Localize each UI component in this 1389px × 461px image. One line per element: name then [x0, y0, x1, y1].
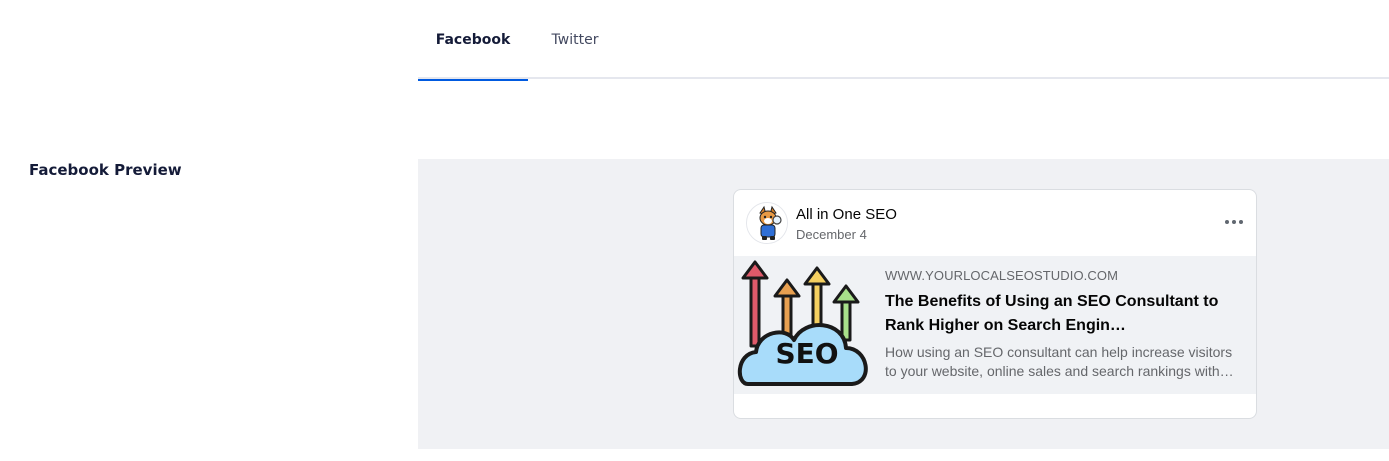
more-options-button[interactable] — [1222, 210, 1246, 234]
facebook-preview-label: Facebook Preview — [29, 161, 182, 179]
seo-image-label: SEO — [775, 337, 839, 370]
link-title-line-1: The Benefits of Using an SEO Consultant … — [885, 293, 1219, 310]
link-title-line-2: Rank Higher on Search Engin… — [885, 317, 1126, 334]
preview-tabs: Facebook Twitter — [418, 0, 1389, 81]
link-domain: WWW.YOURLOCALSEOSTUDIO.COM — [885, 268, 1119, 283]
link-description: How using an SEO consultant can help inc… — [885, 343, 1245, 381]
more-horizontal-icon — [1225, 220, 1229, 224]
post-date: December 4 — [796, 227, 867, 242]
page-name[interactable]: All in One SEO — [796, 206, 897, 223]
link-description-line-1: How using an SEO consultant can help inc… — [885, 344, 1233, 360]
link-description-line-2: to your website, online sales and search… — [885, 363, 1234, 379]
seo-cloud-arrows-image — [737, 260, 868, 386]
tab-facebook[interactable]: Facebook — [418, 0, 528, 81]
page-avatar — [746, 202, 788, 244]
link-text-block: WWW.YOURLOCALSEOSTUDIO.COM The Benefits … — [885, 268, 1245, 381]
link-preview[interactable]: SEO WWW.YOURLOCALSEOSTUDIO.COM The Benef… — [734, 256, 1256, 394]
link-thumbnail: SEO — [734, 256, 874, 394]
post-header: All in One SEO December 4 — [734, 190, 1256, 256]
link-title[interactable]: The Benefits of Using an SEO Consultant … — [885, 290, 1245, 338]
aioseo-mascot-icon — [747, 203, 787, 243]
tab-twitter[interactable]: Twitter — [528, 0, 622, 79]
facebook-post-card: All in One SEO December 4 SEO WWW.YOURLO… — [733, 189, 1257, 419]
